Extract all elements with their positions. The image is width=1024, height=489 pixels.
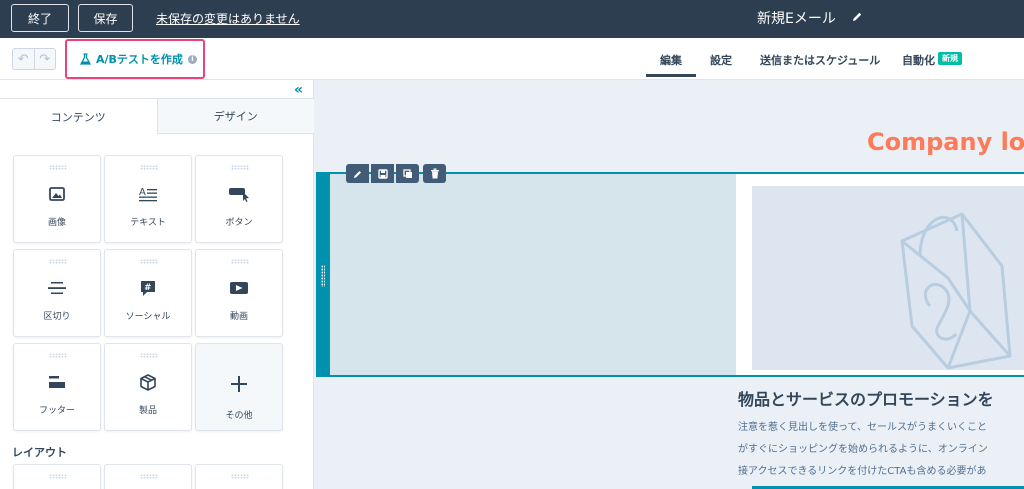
drag-handle[interactable] (49, 474, 67, 479)
edit-icon[interactable] (346, 164, 369, 183)
info-icon[interactable]: i (187, 54, 197, 64)
shopping-bag-icon (900, 212, 1012, 370)
save-button[interactable]: 保存 (78, 4, 133, 32)
exit-button[interactable]: 終了 (11, 4, 69, 32)
drag-handle[interactable] (140, 474, 158, 479)
body-text-line[interactable]: 接アクセスできるリンクを付けたCTAも含める必要があ (738, 462, 986, 477)
section-toolbar (346, 164, 446, 183)
module-label: ボタン (225, 218, 253, 228)
clone-icon[interactable] (396, 164, 419, 183)
module-divider[interactable]: 区切り (13, 249, 101, 337)
module-social[interactable]: # ソーシャル (104, 249, 192, 337)
empty-column[interactable] (330, 174, 736, 375)
redo-icon[interactable]: ↷ (35, 49, 56, 69)
unsaved-changes-link[interactable]: 未保存の変更はありません (156, 10, 300, 27)
delete-icon[interactable] (423, 164, 446, 183)
module-footer[interactable]: フッター (13, 343, 101, 431)
layout-tile[interactable] (13, 464, 101, 489)
company-logo[interactable]: Company log (867, 128, 1024, 156)
drag-handle[interactable] (49, 165, 67, 170)
tab-edit[interactable]: 編集 (646, 52, 696, 77)
product-icon (140, 373, 156, 391)
email-title[interactable]: 新規Eメール (757, 8, 836, 28)
module-label: 画像 (47, 218, 66, 228)
tab-settings[interactable]: 設定 (710, 52, 732, 68)
tab-contents[interactable]: コンテンツ (0, 98, 158, 134)
module-image[interactable]: 画像 (13, 155, 101, 243)
drag-handle[interactable] (231, 474, 249, 479)
promo-heading[interactable]: 物品とサービスのプロモーションを (738, 386, 994, 410)
module-label: 動画 (229, 312, 248, 322)
divider-icon (48, 282, 66, 294)
image-icon (49, 187, 65, 201)
module-label: 区切り (43, 312, 71, 322)
module-product[interactable]: 製品 (104, 343, 192, 431)
new-badge: 新規 (938, 52, 962, 65)
drag-handle[interactable] (49, 353, 67, 358)
layout-tile[interactable] (104, 464, 192, 489)
drag-handle[interactable] (321, 265, 325, 287)
drag-handle[interactable] (140, 353, 158, 358)
drag-handle[interactable] (231, 165, 249, 170)
undo-redo-group: ↶ ↷ (12, 48, 56, 70)
ab-test-label: A/Bテストを作成 (96, 53, 183, 66)
collapse-panel-icon[interactable]: « (294, 82, 303, 98)
panel-tabs: コンテンツ デザイン (0, 98, 314, 134)
module-label: 製品 (138, 406, 157, 416)
pencil-icon[interactable] (851, 11, 863, 23)
svg-text:A: A (139, 187, 146, 198)
module-label: テキスト (130, 218, 166, 228)
top-bar: 終了 保存 未保存の変更はありません 新規Eメール (0, 0, 1024, 38)
module-button[interactable]: ボタン (195, 155, 283, 243)
tab-send-schedule[interactable]: 送信またはスケジュール (760, 52, 880, 68)
layout-section-title: レイアウト (12, 446, 67, 459)
body-text-line[interactable]: 注意を惹く見出しを使って、セールスがうまくいくこと (738, 418, 987, 433)
text-icon: A (139, 187, 157, 202)
plus-icon (231, 376, 247, 392)
module-video[interactable]: 動画 (195, 249, 283, 337)
ab-test-button[interactable]: A/Bテストを作成 i (80, 51, 197, 67)
drag-handle[interactable] (231, 259, 249, 264)
flask-icon (80, 53, 91, 65)
module-label: その他 (225, 411, 253, 421)
save-section-icon[interactable] (371, 164, 394, 183)
tab-automation[interactable]: 自動化 (902, 52, 935, 68)
product-image[interactable] (752, 186, 1024, 370)
drag-handle[interactable] (140, 165, 158, 170)
video-icon (230, 282, 248, 294)
social-icon: # (141, 280, 155, 296)
module-label: ソーシャル (125, 312, 171, 322)
module-other[interactable]: その他 (195, 343, 283, 431)
module-text[interactable]: A テキスト (104, 155, 192, 243)
layout-tile[interactable] (195, 464, 283, 489)
drag-handle[interactable] (49, 259, 67, 264)
drag-handle[interactable] (140, 259, 158, 264)
undo-icon[interactable]: ↶ (13, 49, 35, 69)
svg-text:#: # (144, 283, 151, 293)
module-label: フッター (38, 406, 75, 416)
button-icon (229, 188, 249, 202)
tab-design[interactable]: デザイン (157, 98, 314, 134)
footer-icon (49, 376, 65, 388)
body-text-line[interactable]: がすぐにショッピングを始められるように、オンライン (738, 440, 988, 455)
